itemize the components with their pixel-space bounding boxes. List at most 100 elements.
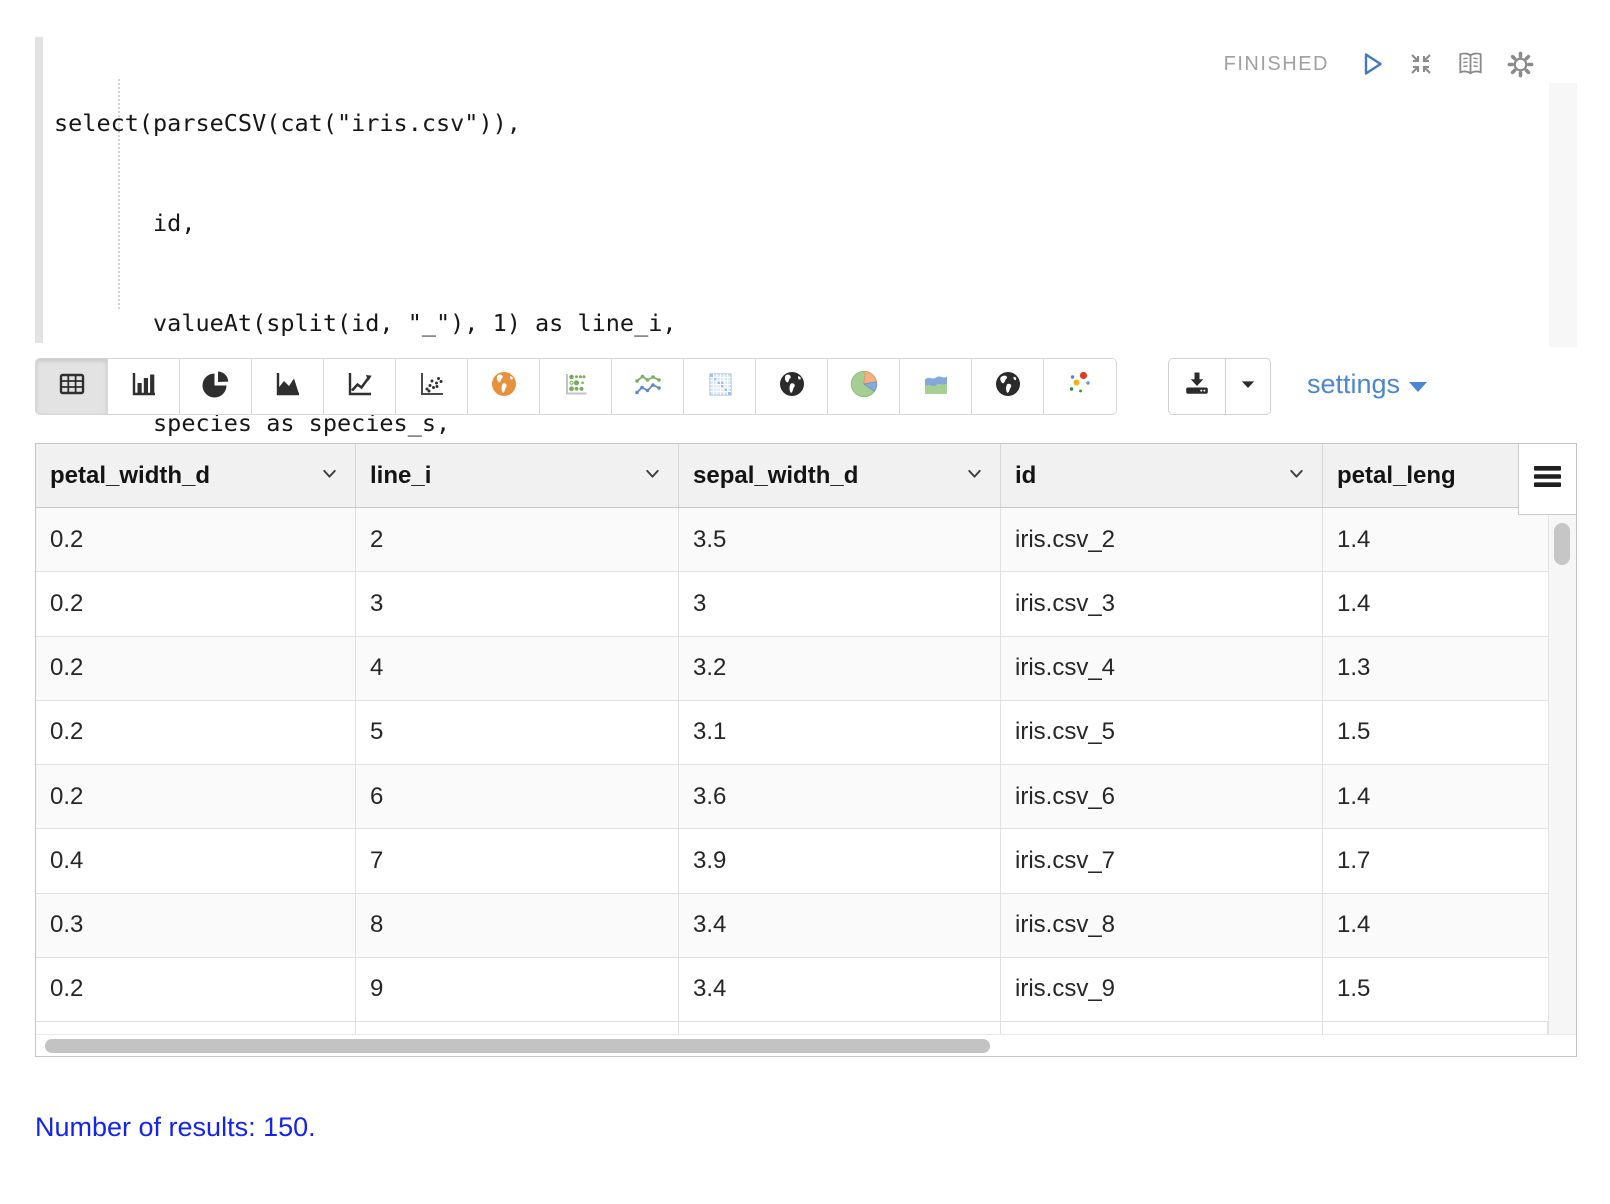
table-menu-button[interactable]	[1518, 444, 1576, 515]
column-label: sepal_width_d	[693, 462, 858, 490]
table-cell: 9	[356, 958, 679, 1021]
vertical-scroll-thumb[interactable]	[1554, 523, 1570, 565]
caret-down-icon	[1234, 370, 1262, 403]
table-cell: 3.5	[679, 508, 1001, 571]
table-row: 0.243.2iris.csv_41.3	[36, 637, 1576, 701]
table-header-row: petal_width_d line_i sepal_width_d id	[36, 444, 1576, 508]
table-cell: 7	[356, 829, 679, 892]
horizontal-scroll-thumb[interactable]	[45, 1039, 990, 1053]
notebook-paragraph: select(parseCSV(cat("iris.csv")), id, va…	[0, 0, 1610, 1204]
stacked-area-icon	[920, 368, 952, 405]
table-cell: iris.csv_8	[1001, 894, 1323, 957]
code-line: valueAt(split(id, "_"), 1) as line_i,	[54, 307, 677, 340]
table-body: 0.223.5iris.csv_21.40.233iris.csv_31.40.…	[36, 508, 1576, 1022]
table-cell: iris.csv_2	[1001, 508, 1323, 571]
heatmap-grid-icon	[704, 368, 736, 405]
viz-pie-color-button[interactable]	[828, 359, 900, 414]
download-button-group	[1168, 358, 1271, 415]
viz-area-chart-button[interactable]	[252, 359, 324, 414]
viz-button-group	[35, 358, 1117, 415]
column-label: petal_width_d	[50, 462, 210, 490]
collapse-icon[interactable]	[1404, 48, 1437, 81]
code-line: select(parseCSV(cat("iris.csv")),	[54, 107, 677, 140]
table-cell: 3.6	[679, 765, 1001, 828]
viz-bubble-matrix-button[interactable]	[540, 359, 612, 414]
paragraph-status-bar: FINISHED	[1224, 43, 1537, 85]
table-vertical-scrollbar[interactable]	[1548, 515, 1576, 1034]
status-badge: FINISHED	[1224, 53, 1329, 76]
play-icon[interactable]	[1354, 48, 1387, 81]
column-header-line-i[interactable]: line_i	[356, 444, 679, 507]
download-options-button[interactable]	[1226, 359, 1270, 414]
viz-multi-line-button[interactable]	[612, 359, 684, 414]
column-header-id[interactable]: id	[1001, 444, 1323, 507]
globe-dark-icon	[992, 368, 1024, 405]
viz-scatter-chart-button[interactable]	[396, 359, 468, 414]
chevron-down-icon	[643, 462, 662, 490]
gear-icon[interactable]	[1504, 48, 1537, 81]
viz-globe-dark-2-button[interactable]	[972, 359, 1044, 414]
column-header-petal-width-d[interactable]: petal_width_d	[36, 444, 356, 507]
editor-scrollbar-track[interactable]	[1549, 83, 1577, 347]
settings-toggle[interactable]: settings	[1307, 369, 1427, 400]
table-cell: iris.csv_9	[1001, 958, 1323, 1021]
viz-pie-chart-button[interactable]	[180, 359, 252, 414]
download-button[interactable]	[1169, 359, 1226, 414]
viz-line-chart-button[interactable]	[324, 359, 396, 414]
book-icon[interactable]	[1454, 48, 1487, 81]
bar-chart-icon	[128, 368, 160, 405]
table-cell: 3	[679, 572, 1001, 635]
table-cell: 3.1	[679, 701, 1001, 764]
chevron-down-icon	[1287, 462, 1306, 490]
table-row: 0.473.9iris.csv_71.7	[36, 829, 1576, 893]
table-icon	[56, 368, 88, 405]
viz-globe-dark-button[interactable]	[756, 359, 828, 414]
visualization-toolbar: settings	[35, 358, 1577, 415]
scatter-chart-icon	[416, 368, 448, 405]
table-row: 0.223.5iris.csv_21.4	[36, 508, 1576, 572]
table-cell: 1.4	[1323, 765, 1548, 828]
paragraph-drag-handle[interactable]	[35, 37, 43, 343]
download-icon	[1181, 368, 1213, 405]
viz-stacked-area-button[interactable]	[900, 359, 972, 414]
viz-bar-chart-button[interactable]	[108, 359, 180, 414]
code-editor[interactable]: select(parseCSV(cat("iris.csv")), id, va…	[35, 35, 1577, 347]
results-count-text: Number of results: 150.	[35, 1112, 316, 1143]
column-label: petal_leng	[1337, 462, 1456, 490]
table-cell: 3.4	[679, 958, 1001, 1021]
table-horizontal-scrollbar[interactable]	[36, 1034, 1576, 1056]
viz-globe-orange-button[interactable]	[468, 359, 540, 414]
table-cell: 0.2	[36, 765, 356, 828]
table-row: 0.293.4iris.csv_91.5	[36, 958, 1576, 1022]
pie-chart-icon	[200, 368, 232, 405]
viz-heatmap-button[interactable]	[684, 359, 756, 414]
column-label: line_i	[370, 462, 431, 490]
table-cell: 1.5	[1323, 701, 1548, 764]
table-cell: 3.2	[679, 637, 1001, 700]
viz-color-scatter-button[interactable]	[1044, 359, 1116, 414]
code-line: id,	[54, 207, 677, 240]
table-cell: 0.2	[36, 958, 356, 1021]
table-cell: 1.3	[1323, 637, 1548, 700]
table-row: 0.383.4iris.csv_81.4	[36, 894, 1576, 958]
table-cell: 1.4	[1323, 894, 1548, 957]
table-cell: 2	[356, 508, 679, 571]
hamburger-icon	[1533, 464, 1563, 495]
table-cell: 3.4	[679, 894, 1001, 957]
table-cell: 3.9	[679, 829, 1001, 892]
column-header-petal-length[interactable]: petal_leng	[1323, 444, 1520, 507]
multi-line-icon	[631, 368, 665, 405]
table-cell: iris.csv_7	[1001, 829, 1323, 892]
column-label: id	[1015, 462, 1036, 490]
table-cell: 0.2	[36, 572, 356, 635]
table-cell: 1.5	[1323, 958, 1548, 1021]
table-cell: 8	[356, 894, 679, 957]
viz-table-button[interactable]	[36, 359, 108, 414]
bubble-matrix-icon	[560, 368, 592, 405]
table-cell: 1.7	[1323, 829, 1548, 892]
table-cell: 4	[356, 637, 679, 700]
result-table: petal_width_d line_i sepal_width_d id	[35, 443, 1577, 1057]
column-header-sepal-width-d[interactable]: sepal_width_d	[679, 444, 1001, 507]
table-row: 0.233iris.csv_31.4	[36, 572, 1576, 636]
table-cell: iris.csv_6	[1001, 765, 1323, 828]
